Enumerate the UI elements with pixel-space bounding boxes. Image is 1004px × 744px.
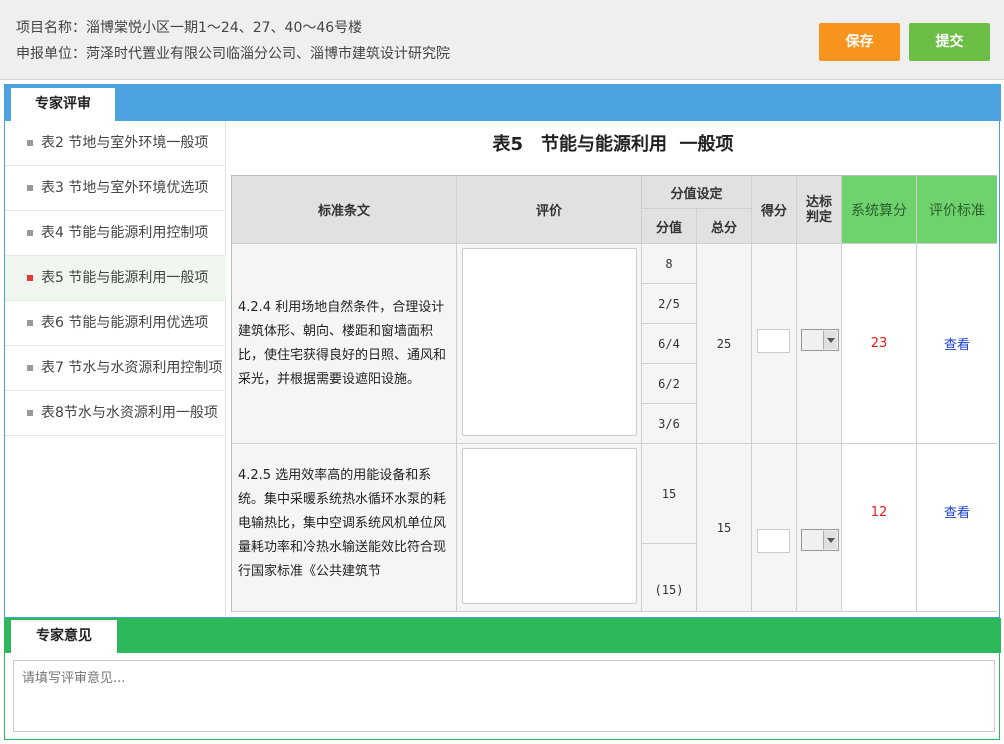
clause-text: 4.2.4 利用场地自然条件，合理设计建筑体形、朝向、楼距和窗墙面积比，使住宅获…	[238, 299, 447, 387]
header-score: 得分	[752, 176, 797, 244]
header-clause: 标准条文	[232, 176, 457, 244]
header-system-score: 系统算分	[842, 176, 917, 244]
header-judge: 达标判定	[797, 176, 842, 244]
bullet-icon	[27, 230, 33, 236]
sidebar-item-table8[interactable]: 表8节水与水资源利用一般项	[5, 391, 226, 436]
opinion-textarea[interactable]	[13, 660, 995, 732]
review-tab-bar: 专家评审	[5, 84, 1001, 121]
save-button[interactable]: 保存	[819, 23, 900, 61]
score-value: 6/2	[642, 364, 697, 404]
bullet-icon	[27, 140, 33, 146]
total-score: 25	[697, 244, 752, 444]
sidebar-item-table7[interactable]: 表7 节水与水资源利用控制项	[5, 346, 226, 391]
table-title: 表5 节能与能源利用 一般项	[492, 134, 734, 155]
score-value: 8	[642, 244, 697, 284]
submit-button[interactable]: 提交	[909, 23, 990, 61]
view-criteria-link[interactable]: 查看	[917, 244, 997, 444]
opinion-tab-bar: 专家意见	[5, 618, 1001, 653]
sidebar-item-table4[interactable]: 表4 节能与能源利用控制项	[5, 211, 226, 256]
score-cell	[752, 244, 797, 444]
sidebar-item-table2[interactable]: 表2 节地与室外环境一般项	[5, 121, 226, 166]
bullet-icon	[27, 410, 33, 416]
score-value: 3/6	[642, 404, 697, 444]
header-score-setting: 分值设定	[642, 176, 752, 209]
evaluation-input[interactable]	[462, 248, 637, 436]
score-value: 15	[642, 444, 697, 544]
sidebar-item-label: 表7 节水与水资源利用控制项	[41, 360, 223, 376]
sidebar-item-label: 表5 节能与能源利用一般项	[41, 270, 209, 286]
evaluation-cell	[457, 244, 642, 444]
view-criteria-link[interactable]: 查看	[917, 444, 997, 612]
judge-select[interactable]	[801, 329, 839, 351]
table-sidebar: 表2 节地与室外环境一般项 表3 节地与室外环境优选项 表4 节能与能源利用控制…	[5, 121, 226, 617]
header-evaluation: 评价	[457, 176, 642, 244]
header-total: 总分	[697, 209, 752, 244]
system-score: 23	[842, 244, 917, 444]
score-table: 标准条文 评价 分值设定 分值 总分 得分 达标判定 系统算分 评价标准 4.2…	[231, 175, 997, 612]
active-bullet-icon	[27, 275, 33, 281]
page-header: 项目名称：淄博棠悦小区一期1～24、27、40～46号楼 申报单位：菏泽时代置业…	[0, 0, 1004, 80]
chevron-down-icon	[823, 331, 837, 349]
score-value: 2/5	[642, 284, 697, 324]
system-score: 12	[842, 444, 917, 612]
judge-cell	[797, 244, 842, 444]
bullet-icon	[27, 320, 33, 326]
tab-expert-review[interactable]: 专家评审	[11, 88, 115, 121]
sidebar-item-label: 表8节水与水资源利用一般项	[41, 405, 218, 421]
sidebar-item-label: 表6 节能与能源利用优选项	[41, 315, 209, 331]
judge-cell	[797, 444, 842, 612]
bullet-icon	[27, 365, 33, 371]
score-input[interactable]	[757, 329, 790, 353]
total-score: 15	[697, 444, 752, 612]
score-value: 6/4	[642, 324, 697, 364]
evaluation-cell	[457, 444, 642, 612]
judge-select[interactable]	[801, 529, 839, 551]
sidebar-item-table6[interactable]: 表6 节能与能源利用优选项	[5, 301, 226, 346]
score-cell	[752, 444, 797, 612]
sidebar-item-table3[interactable]: 表3 节地与室外环境优选项	[5, 166, 226, 211]
table-row-clause: 4.2.4 利用场地自然条件，合理设计建筑体形、朝向、楼距和窗墙面积比，使住宅获…	[232, 244, 457, 444]
project-name: 项目名称：淄博棠悦小区一期1～24、27、40～46号楼	[16, 20, 363, 36]
sidebar-item-label: 表4 节能与能源利用控制项	[41, 225, 209, 241]
applicant-unit: 申报单位：菏泽时代置业有限公司临淄分公司、淄博市建筑设计研究院	[16, 46, 450, 62]
table-row-clause: 4.2.5 选用效率高的用能设备和系统。集中采暖系统热水循环水泵的耗电输热比，集…	[232, 444, 457, 612]
table-main: 表5 节能与能源利用 一般项 标准条文 评价 分值设定 分值 总分 得分 达标判…	[227, 121, 999, 617]
bullet-icon	[27, 185, 33, 191]
score-input[interactable]	[757, 529, 790, 553]
tab-expert-opinion[interactable]: 专家意见	[11, 620, 117, 653]
header-score-value: 分值	[642, 209, 697, 244]
sidebar-item-table5[interactable]: 表5 节能与能源利用一般项	[5, 256, 226, 301]
expert-opinion-panel: 专家意见	[4, 618, 1001, 740]
expert-review-panel: 专家评审 表2 节地与室外环境一般项 表3 节地与室外环境优选项 表4 节能与能…	[4, 84, 1001, 618]
evaluation-input[interactable]	[462, 448, 637, 604]
score-value: (15)	[642, 544, 697, 612]
sidebar-item-label: 表2 节地与室外环境一般项	[41, 135, 209, 151]
clause-text: 4.2.5 选用效率高的用能设备和系统。集中采暖系统热水循环水泵的耗电输热比，集…	[238, 468, 447, 579]
sidebar-item-label: 表3 节地与室外环境优选项	[41, 180, 209, 196]
header-criteria: 评价标准	[917, 176, 997, 244]
chevron-down-icon	[823, 531, 837, 549]
